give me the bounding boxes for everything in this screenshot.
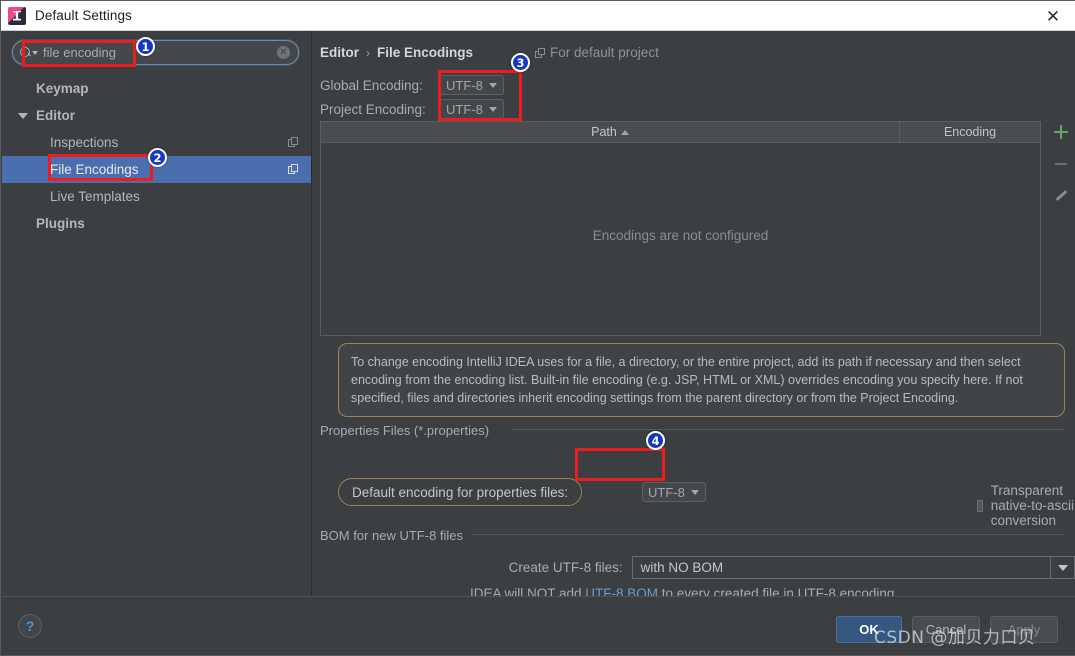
column-header-label: Path (591, 125, 617, 139)
bom-section-title: BOM for new UTF-8 files (320, 528, 471, 543)
project-encoding-dropdown[interactable]: UTF-8 (440, 99, 504, 119)
breadcrumb-current: File Encodings (377, 45, 474, 60)
settings-sidebar: file encoding ✕ Keymap Editor Inspection… (2, 31, 311, 596)
transparent-conversion-label: Transparent native-to-ascii conversion (990, 483, 1074, 528)
global-encoding-dropdown[interactable]: UTF-8 (440, 75, 504, 95)
close-icon[interactable]: ✕ (1030, 1, 1075, 31)
window-title: Default Settings (35, 8, 132, 23)
chevron-down-icon (488, 106, 497, 112)
global-encoding-label: Global Encoding: (320, 77, 423, 93)
create-utf8-files-row: Create UTF-8 files: with NO BOM (312, 556, 1075, 579)
chevron-down-icon[interactable] (32, 50, 38, 55)
default-properties-encoding-dropdown[interactable]: UTF-8 (642, 482, 706, 502)
sidebar-item-editor[interactable]: Editor (2, 102, 311, 129)
scope-label: For default project (550, 45, 659, 60)
help-button[interactable]: ? (18, 614, 42, 638)
file-encodings-panel: Editor › File Encodings For default proj… (312, 31, 1075, 601)
sidebar-item-label: Live Templates (50, 189, 140, 204)
transparent-conversion-checkbox[interactable] (977, 499, 983, 512)
project-scope-icon (535, 47, 546, 58)
search-input[interactable]: file encoding ✕ (12, 40, 299, 65)
default-properties-encoding-value: UTF-8 (648, 484, 685, 500)
sidebar-item-label: Keymap (36, 81, 89, 96)
project-encoding-label: Project Encoding: (320, 101, 426, 117)
search-input-value: file encoding (43, 45, 116, 60)
annotation-badge-2: 2 (148, 148, 167, 167)
section-divider (472, 534, 1065, 535)
sidebar-item-plugins[interactable]: Plugins (2, 210, 311, 237)
table-empty-message: Encodings are not configured (592, 227, 769, 243)
chevron-down-icon[interactable] (18, 112, 28, 119)
copy-settings-icon[interactable] (288, 137, 299, 148)
transparent-conversion-row[interactable]: Transparent native-to-ascii conversion (977, 483, 1075, 528)
create-utf8-files-value: with NO BOM (640, 560, 724, 575)
remove-icon[interactable] (1053, 156, 1069, 172)
chevron-down-icon[interactable] (1050, 557, 1074, 578)
create-utf8-files-dropdown[interactable]: with NO BOM (631, 556, 1075, 579)
info-box: To change encoding IntelliJ IDEA uses fo… (338, 343, 1065, 417)
sidebar-item-label: Plugins (36, 216, 85, 231)
global-encoding-value: UTF-8 (446, 77, 483, 93)
search-field-wrapper: file encoding ✕ (12, 40, 299, 65)
properties-section-title: Properties Files (*.properties) (320, 423, 497, 438)
default-properties-encoding-label: Default encoding for properties files: (352, 484, 569, 500)
project-encoding-row: Project Encoding: UTF-8 (320, 99, 504, 119)
annotation-badge-3: 3 (511, 53, 530, 72)
annotation-badge-4: 4 (646, 431, 665, 450)
encodings-table: Path Encoding Encodings are not configur… (320, 121, 1041, 336)
section-divider (512, 429, 1065, 430)
sidebar-item-keymap[interactable]: Keymap (2, 75, 311, 102)
edit-icon[interactable] (1053, 188, 1069, 204)
breadcrumb-separator: › (366, 45, 370, 60)
project-encoding-value: UTF-8 (446, 101, 483, 117)
column-header-encoding[interactable]: Encoding (900, 122, 1040, 142)
breadcrumb: Editor › File Encodings For default proj… (320, 45, 659, 60)
intellij-idea-icon (8, 6, 26, 25)
sidebar-item-live-templates[interactable]: Live Templates (2, 183, 311, 210)
sidebar-item-label: Editor (36, 108, 75, 123)
table-header: Path Encoding (321, 122, 1040, 143)
watermark: CSDN @加贝力口贝 (874, 628, 1036, 648)
global-encoding-row: Global Encoding: UTF-8 (320, 75, 504, 95)
default-settings-dialog: Default Settings ✕ file encoding ✕ Keyma… (0, 0, 1075, 656)
title-bar: Default Settings ✕ (1, 1, 1075, 31)
chevron-down-icon (690, 489, 699, 495)
breadcrumb-parent[interactable]: Editor (320, 45, 359, 60)
column-header-path[interactable]: Path (321, 122, 900, 142)
table-toolbar (1047, 121, 1075, 204)
chevron-down-icon (488, 82, 497, 88)
create-utf8-files-label: Create UTF-8 files: (508, 560, 623, 575)
default-properties-encoding-label-pill: Default encoding for properties files: (338, 478, 583, 506)
sidebar-item-label: File Encodings (50, 162, 139, 177)
copy-settings-icon[interactable] (288, 164, 299, 175)
column-header-label: Encoding (943, 125, 997, 139)
add-icon[interactable] (1053, 124, 1069, 140)
table-body: Encodings are not configured (321, 143, 1040, 335)
sidebar-item-label: Inspections (50, 135, 119, 150)
info-text: To change encoding IntelliJ IDEA uses fo… (351, 355, 1023, 405)
sort-ascending-icon (620, 129, 629, 135)
search-icon (20, 47, 31, 58)
annotation-badge-1: 1 (136, 37, 155, 56)
clear-icon[interactable]: ✕ (277, 46, 290, 59)
